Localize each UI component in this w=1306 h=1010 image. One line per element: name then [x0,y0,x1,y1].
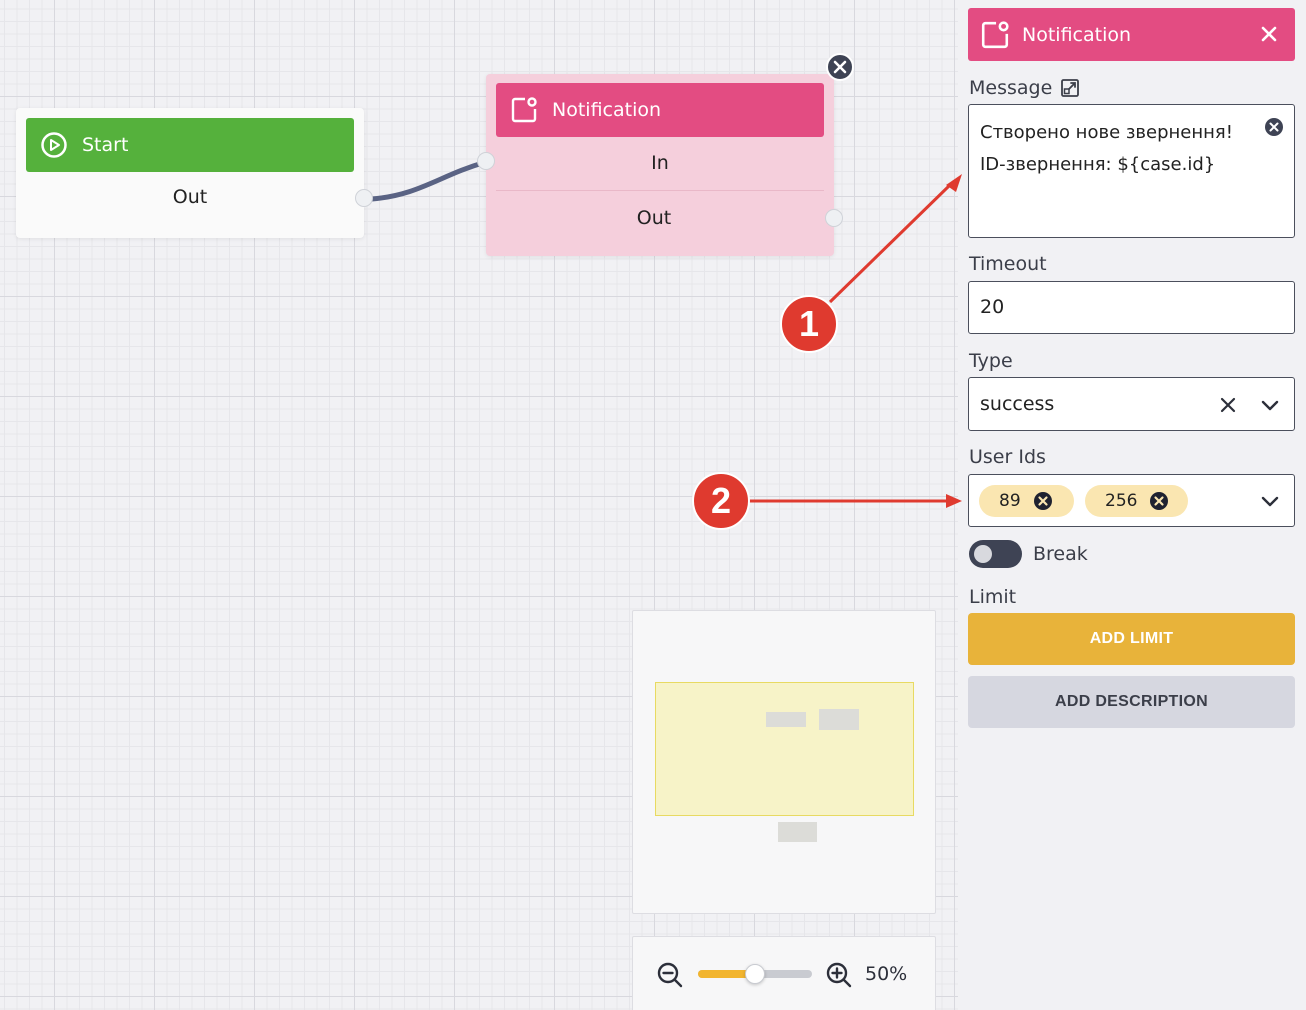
annotation-arrowheads [946,174,962,508]
